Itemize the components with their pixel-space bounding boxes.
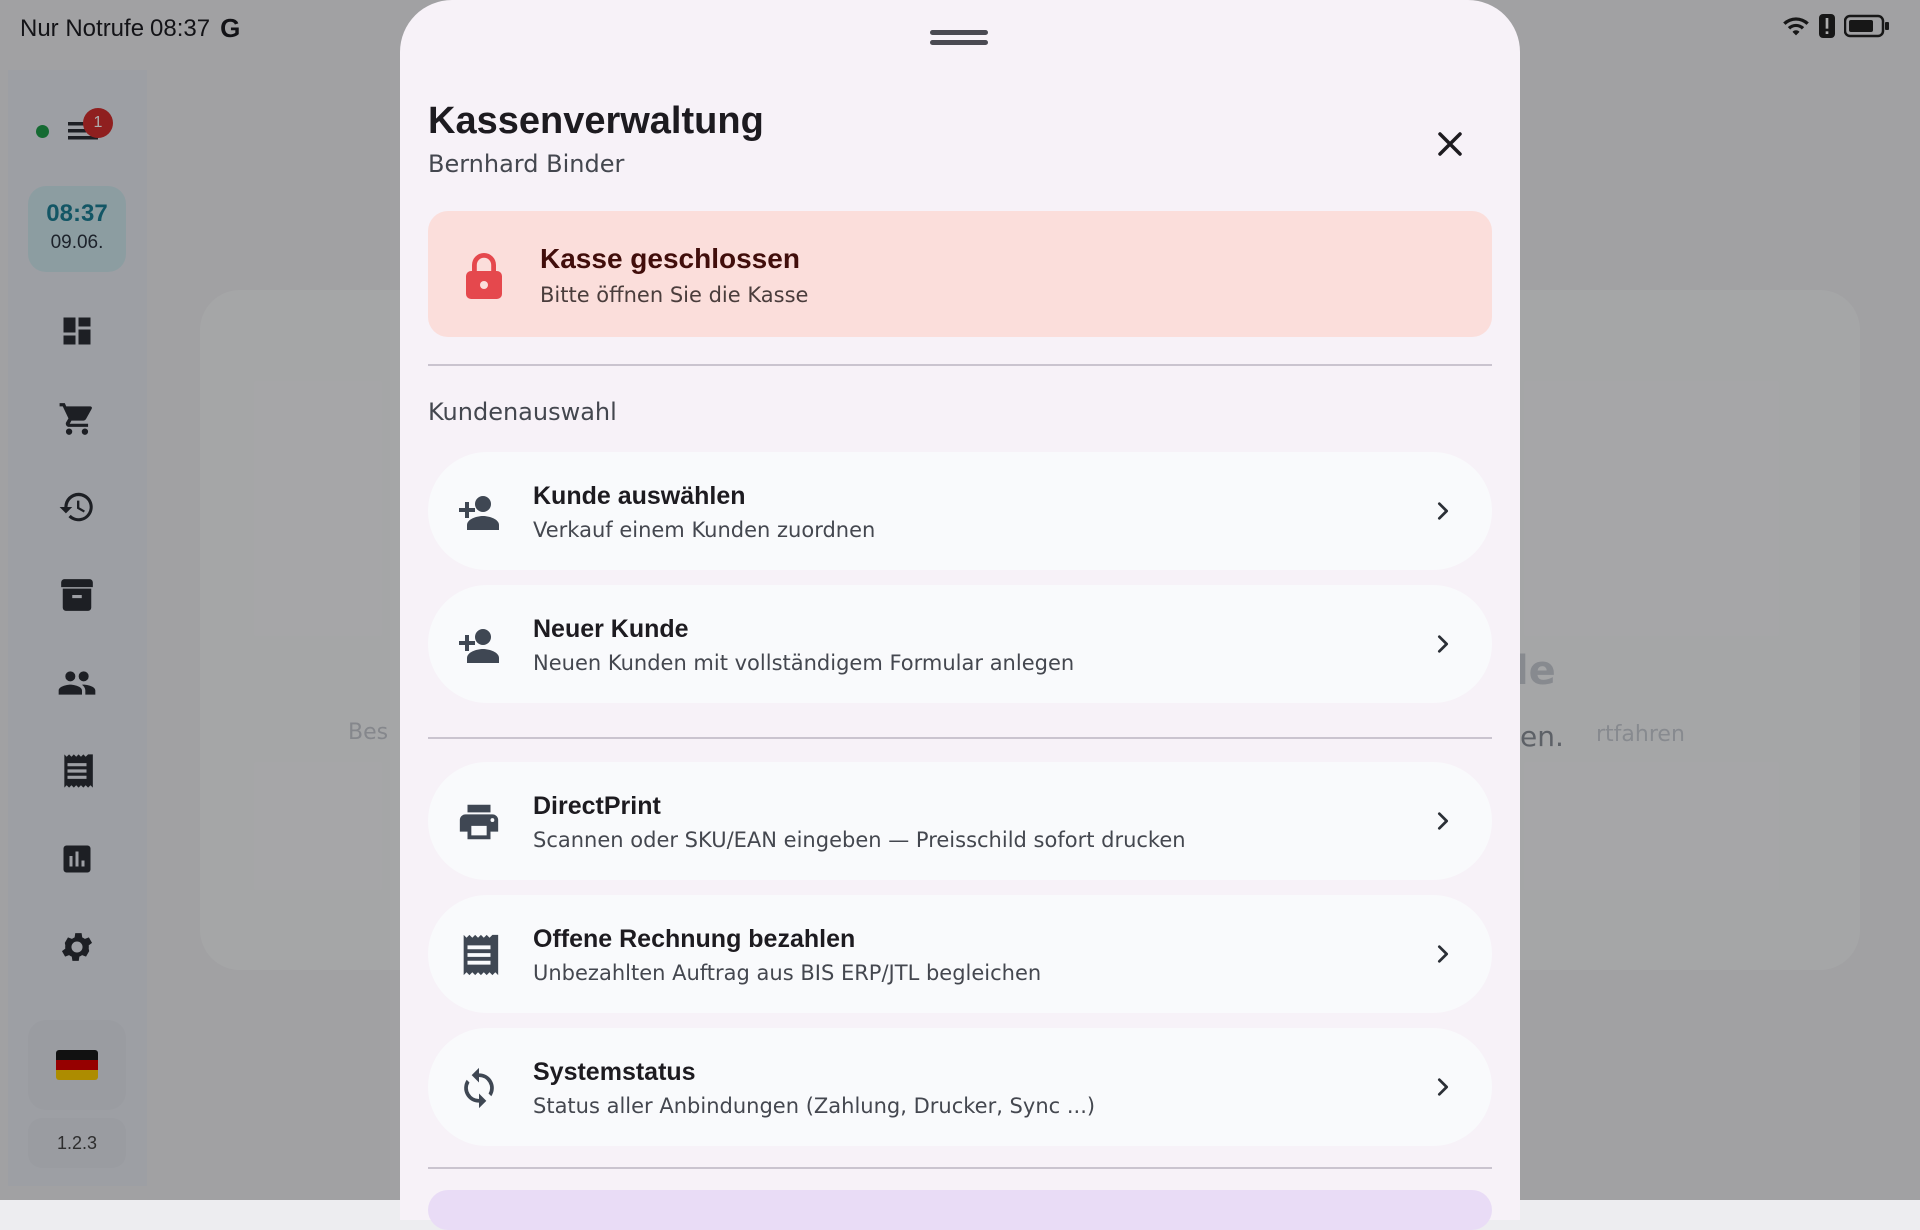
item-title: Systemstatus bbox=[533, 1058, 696, 1086]
close-button[interactable] bbox=[1422, 116, 1478, 172]
item-subtitle: Neuen Kunden mit vollständigem Formular … bbox=[533, 651, 1075, 675]
person-add-icon bbox=[454, 620, 504, 670]
item-title: Kunde auswählen bbox=[533, 482, 746, 510]
directprint-item[interactable]: DirectPrint Scannen oder SKU/EAN eingebe… bbox=[428, 762, 1492, 880]
sheet-subtitle: Bernhard Binder bbox=[428, 150, 625, 178]
item-subtitle: Unbezahlten Auftrag aus BIS ERP/JTL begl… bbox=[533, 961, 1042, 985]
system-status-item[interactable]: Systemstatus Status aller Anbindungen (Z… bbox=[428, 1028, 1492, 1146]
item-title: Neuer Kunde bbox=[533, 615, 689, 643]
item-subtitle: Verkauf einem Kunden zuordnen bbox=[533, 518, 876, 542]
chevron-right-icon bbox=[1428, 806, 1458, 836]
close-icon bbox=[1438, 132, 1462, 156]
chevron-right-icon bbox=[1428, 629, 1458, 659]
chevron-right-icon bbox=[1428, 496, 1458, 526]
drag-handle[interactable] bbox=[930, 30, 988, 35]
item-title: DirectPrint bbox=[533, 792, 661, 820]
item-subtitle: Status aller Anbindungen (Zahlung, Druck… bbox=[533, 1094, 1096, 1118]
sheet-title: Kassenverwaltung bbox=[428, 100, 764, 142]
alert-title: Kasse geschlossen bbox=[540, 243, 800, 274]
register-closed-alert: Kasse geschlossen Bitte öffnen Sie die K… bbox=[428, 211, 1492, 337]
new-customer-item[interactable]: Neuer Kunde Neuen Kunden mit vollständig… bbox=[428, 585, 1492, 703]
drag-handle-line bbox=[930, 40, 988, 45]
divider bbox=[428, 1167, 1492, 1169]
divider bbox=[428, 364, 1492, 366]
sync-icon bbox=[454, 1063, 504, 1113]
cash-management-sheet: Kassenverwaltung Bernhard Binder Kasse g… bbox=[400, 0, 1520, 1230]
chevron-right-icon bbox=[1428, 1072, 1458, 1102]
chevron-right-icon bbox=[1428, 939, 1458, 969]
alert-subtitle: Bitte öffnen Sie die Kasse bbox=[540, 283, 809, 307]
divider bbox=[428, 737, 1492, 739]
next-item-peek[interactable] bbox=[428, 1190, 1492, 1230]
lock-icon bbox=[466, 253, 502, 299]
receipt-icon bbox=[454, 930, 504, 980]
pay-open-invoice-item[interactable]: Offene Rechnung bezahlen Unbezahlten Auf… bbox=[428, 895, 1492, 1013]
item-subtitle: Scannen oder SKU/EAN eingeben — Preissch… bbox=[533, 828, 1186, 852]
select-customer-item[interactable]: Kunde auswählen Verkauf einem Kunden zuo… bbox=[428, 452, 1492, 570]
section-label: Kundenauswahl bbox=[428, 398, 617, 426]
item-title: Offene Rechnung bezahlen bbox=[533, 925, 856, 953]
person-add-icon bbox=[454, 487, 504, 537]
printer-icon bbox=[454, 797, 504, 847]
